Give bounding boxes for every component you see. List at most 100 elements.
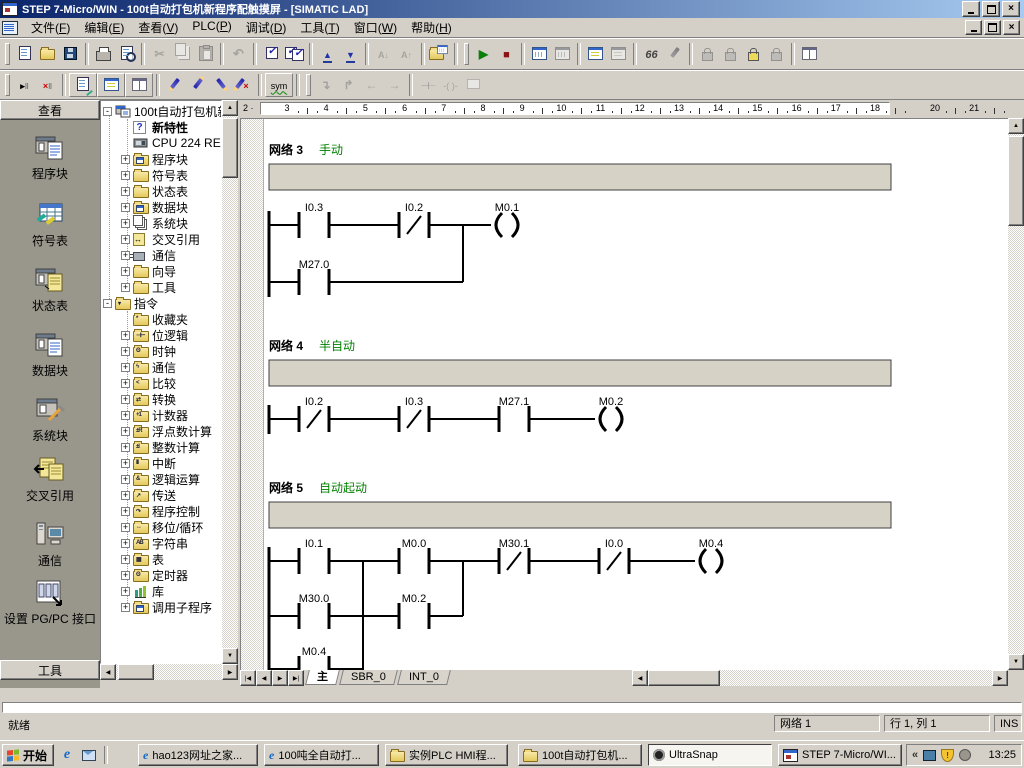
symbolic-addressing-toggle[interactable]: sym — [265, 73, 293, 97]
tree-convert[interactable]: +⇄转换 — [101, 391, 221, 407]
menu-file[interactable]: 文件(F) — [24, 17, 77, 38]
start-button[interactable]: 开始 — [2, 744, 54, 766]
tree-expander-icon[interactable]: - — [103, 299, 112, 308]
tree-program-control[interactable]: +↷程序控制 — [101, 503, 221, 519]
print-preview-button[interactable] — [115, 43, 138, 65]
task-100ton-packer[interactable]: e100吨全自动打... — [264, 744, 379, 766]
undo-button[interactable]: ↶ — [227, 43, 250, 65]
network-title[interactable]: 半自动 — [319, 339, 355, 353]
pause-chart-status-button[interactable] — [607, 43, 630, 65]
contact-I0.3[interactable]: I0.3 — [299, 202, 329, 238]
task-step7[interactable]: STEP 7-Micro/WI... — [778, 744, 902, 766]
task-hao123[interactable]: ehao123网址之家... — [138, 744, 258, 766]
previous-network-button[interactable]: ◀ — [256, 670, 272, 686]
tab-sbr0[interactable]: SBR_0 — [339, 670, 398, 685]
tree-expander-icon[interactable]: - — [103, 107, 112, 116]
force-button[interactable] — [696, 43, 719, 65]
tree-float-math[interactable]: +±R浮点数计算 — [101, 423, 221, 439]
tree-expander-icon[interactable]: + — [121, 475, 130, 484]
tree-expander-icon[interactable]: + — [121, 379, 130, 388]
tree-comm-instructions[interactable]: +ϟ通信 — [101, 359, 221, 375]
tree-symbol-table[interactable]: +符号表 — [101, 167, 221, 183]
viewbar-system-block[interactable]: 系统块 — [0, 395, 100, 443]
tree-cross-reference[interactable]: +交叉引用 — [101, 231, 221, 247]
tree-expander-icon[interactable]: + — [121, 187, 130, 196]
cut-button[interactable]: ✂ — [148, 43, 171, 65]
document-minimize-button[interactable] — [965, 20, 982, 35]
ladder-horizontal-scrollbar[interactable]: ◀▶ — [632, 670, 1008, 686]
read-all-button[interactable]: 66 — [640, 43, 663, 65]
coil-M0.1[interactable]: M0.1 — [495, 202, 519, 237]
menu-edit[interactable]: 编辑(E) — [77, 17, 131, 38]
network-number[interactable]: 网络 3 — [269, 142, 303, 157]
tree-expander-icon[interactable]: + — [121, 491, 130, 500]
network-title[interactable]: 自动起动 — [319, 481, 367, 495]
tree-expander-icon[interactable]: + — [121, 539, 130, 548]
tray-expand-icon[interactable]: « — [912, 749, 918, 761]
network-number[interactable]: 网络 4 — [269, 338, 303, 353]
tree-expander-icon[interactable]: + — [121, 203, 130, 212]
open-project-button[interactable] — [36, 43, 59, 65]
print-button[interactable] — [92, 43, 115, 65]
scroll-up-button[interactable]: ▲ — [1008, 118, 1024, 134]
display-icon[interactable] — [923, 750, 936, 761]
insert-box-button[interactable] — [462, 74, 485, 96]
first-network-button[interactable]: |◀ — [240, 670, 256, 686]
scrollbar-thumb[interactable] — [222, 118, 238, 178]
tree-expander-icon[interactable]: + — [121, 411, 130, 420]
scroll-down-button[interactable]: ▼ — [1008, 654, 1024, 670]
viewbar-data-block[interactable]: 数据块 — [0, 330, 100, 378]
tree-interrupt[interactable]: +III中断 — [101, 455, 221, 471]
tree-expander-icon[interactable]: + — [121, 459, 130, 468]
scroll-up-button[interactable]: ▲ — [222, 100, 238, 116]
unforce-button[interactable] — [719, 43, 742, 65]
delete-line-button[interactable]: × — [232, 74, 255, 96]
scroll-right-button[interactable]: ▶ — [992, 670, 1008, 686]
security-shield-icon[interactable]: ! — [941, 749, 954, 762]
menu-plc[interactable]: PLC(P) — [185, 17, 238, 38]
ladder-vertical-scrollbar[interactable]: ▲▼ — [1008, 118, 1024, 670]
tree-timers[interactable]: +Θ定时器 — [101, 567, 221, 583]
scrollbar-thumb[interactable] — [648, 670, 720, 686]
tree-expander-icon[interactable]: + — [121, 235, 130, 244]
contact-I0.1[interactable]: I0.1 — [299, 538, 329, 574]
scroll-right-button[interactable]: ▶ — [222, 664, 238, 680]
network-number[interactable]: 网络 5 — [269, 480, 303, 495]
tree-clock[interactable]: +Θ时钟 — [101, 343, 221, 359]
contact-M27.1[interactable]: M27.1 — [499, 396, 530, 432]
view-header-button[interactable]: 查看 — [0, 100, 100, 120]
scrollbar-thumb[interactable] — [1008, 136, 1024, 226]
tile-windows-button[interactable] — [798, 43, 821, 65]
move-left-button[interactable]: ← — [360, 74, 383, 96]
menu-debug[interactable]: 调试(D) — [239, 17, 294, 38]
insert-coil-button[interactable]: -( )- — [439, 74, 462, 96]
pause-program-status-button[interactable] — [551, 43, 574, 65]
volume-icon[interactable] — [959, 749, 971, 761]
compile-all-button[interactable] — [283, 43, 306, 65]
tree-expander-icon[interactable]: + — [121, 219, 130, 228]
tree-system-block[interactable]: +系统块 — [101, 215, 221, 231]
insert-network-below-button[interactable]: ↴ — [314, 74, 337, 96]
network-comment[interactable] — [269, 164, 891, 190]
tree-expander-icon[interactable]: + — [121, 603, 130, 612]
contact-M27.0[interactable]: M27.0 — [299, 259, 330, 295]
app-icon[interactable] — [2, 2, 18, 16]
tree-program-block[interactable]: +程序块 — [101, 151, 221, 167]
tree-vertical-scrollbar[interactable]: ▲▼ — [222, 100, 238, 664]
document-icon[interactable] — [2, 21, 18, 35]
scroll-down-button[interactable]: ▼ — [222, 648, 238, 664]
new-project-button[interactable] — [13, 43, 36, 65]
scrollbar-thumb[interactable] — [118, 664, 154, 680]
scroll-left-button[interactable]: ◀ — [100, 664, 116, 680]
insert-left-line-button[interactable] — [209, 74, 232, 96]
contact-M0.2[interactable]: M0.2 — [399, 593, 429, 629]
toolbar-handle[interactable] — [464, 43, 469, 65]
tree-expander-icon[interactable]: + — [121, 251, 130, 260]
viewbar-program-block[interactable]: 程序块 — [0, 133, 100, 181]
tree-project-root[interactable]: -100t自动打包机新程序配触摸屏 — [101, 103, 221, 119]
task-100t-folder[interactable]: 100t自动打包机... — [518, 744, 642, 766]
quick-launch-ie[interactable]: e — [58, 747, 76, 763]
quick-launch-mail[interactable] — [80, 747, 98, 763]
options-button[interactable] — [428, 43, 451, 65]
tree-tools[interactable]: +工具 — [101, 279, 221, 295]
